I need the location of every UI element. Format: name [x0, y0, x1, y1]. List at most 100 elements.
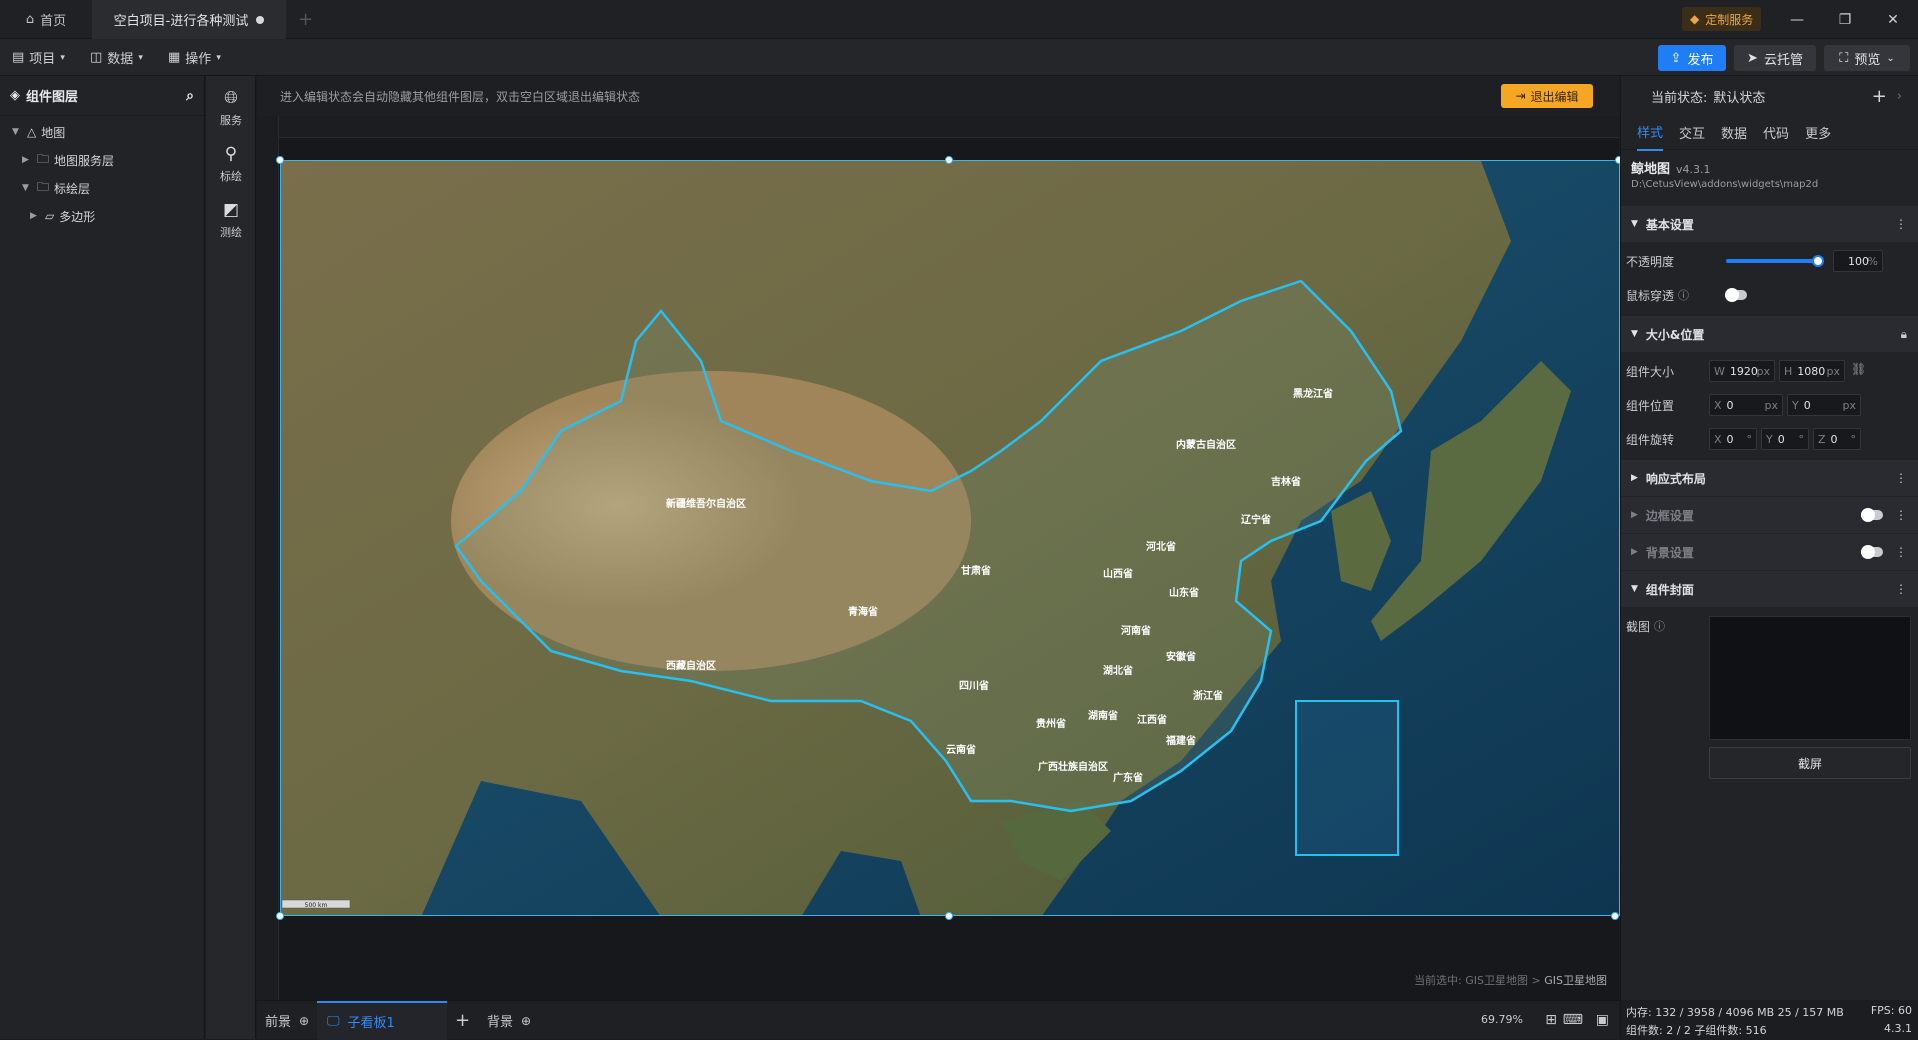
upload-icon: ⇪ — [1670, 50, 1682, 66]
label-henan: 河南省 — [1121, 624, 1151, 637]
tree-item-plot-layer[interactable]: ▼ 🗀 标绘层 — [22, 174, 90, 202]
tab-project[interactable]: 空白项目-进行各种测试 — [92, 0, 286, 39]
exit-edit-button[interactable]: ⇥ 退出编辑 — [1501, 84, 1593, 108]
tool-measure[interactable]: ◩ 测绘 — [206, 192, 256, 248]
label-guizhou: 贵州省 — [1036, 717, 1066, 730]
help-icon[interactable]: ⓘ — [1678, 287, 1689, 303]
section-cover[interactable]: ▼ 组件封面 ⋮ — [1621, 571, 1918, 607]
label-zhejiang: 浙江省 — [1193, 689, 1223, 702]
section-basic-settings[interactable]: ▼ 基本设置 ⋮ — [1621, 206, 1918, 242]
edit-hint-bar: 进入编辑状态会自动隐藏其他组件图层，双击空白区域退出编辑状态 ⇥ 退出编辑 — [257, 76, 1619, 116]
tab-more[interactable]: 更多 — [1805, 123, 1831, 142]
resize-handle-tl[interactable] — [276, 156, 284, 164]
section-background-settings[interactable]: ▶ 背景设置 ⋮ — [1621, 534, 1918, 570]
breadcrumb-current[interactable]: GIS卫星地图 — [1544, 974, 1607, 987]
link-icon[interactable]: ⛓ — [1851, 362, 1866, 376]
tool-measure-label: 测绘 — [220, 226, 242, 239]
label-neimenggu: 内蒙古自治区 — [1176, 438, 1236, 451]
chevron-right-icon[interactable]: › — [1897, 89, 1902, 104]
close-button[interactable]: ✕ — [1868, 0, 1918, 39]
help-icon[interactable]: ⓘ — [1654, 618, 1665, 634]
add-board-button[interactable]: + — [455, 1001, 470, 1040]
tree-item-polygon[interactable]: ▶ ▱ 多边形 — [30, 202, 95, 230]
tab-home[interactable]: ⌂ 首页 — [0, 0, 92, 39]
tool-plot[interactable]: ⚲ 标绘 — [206, 136, 256, 192]
height-input[interactable]: H 1080 px — [1779, 360, 1845, 382]
border-toggle[interactable] — [1861, 508, 1883, 522]
add-state-icon[interactable]: + — [1872, 86, 1887, 107]
tree-item-map[interactable]: ▼ △ 地图 — [12, 118, 65, 146]
editor-canvas[interactable]: 进入编辑状态会自动隐藏其他组件图层，双击空白区域退出编辑状态 ⇥ 退出编辑 50… — [257, 76, 1623, 1000]
label-anhui: 安徽省 — [1166, 650, 1196, 663]
menu-operate[interactable]: ▦ 操作 ▾ — [168, 39, 221, 76]
screenshot-button[interactable]: 截屏 — [1709, 747, 1911, 779]
tab-background[interactable]: 背景 ⊕ — [487, 1001, 531, 1040]
cloud-host-button[interactable]: ➤ 云托管 — [1734, 45, 1816, 71]
tree-item-map-service-layer[interactable]: ▶ 🗀 地图服务层 — [22, 146, 114, 174]
exit-icon: ⇥ — [1515, 89, 1526, 103]
exit-edit-label: 退出编辑 — [1530, 89, 1579, 104]
opacity-input[interactable]: 100 % — [1833, 250, 1883, 272]
width-input[interactable]: W 1920 px — [1709, 360, 1775, 382]
tool-service-label: 服务 — [220, 114, 242, 127]
y-input[interactable]: Y 0 px — [1787, 394, 1861, 416]
lock-icon[interactable]: 🔒︎ — [1901, 327, 1907, 342]
terminal-icon[interactable]: ▣ — [1596, 1012, 1609, 1028]
tab-interaction[interactable]: 交互 — [1679, 123, 1705, 142]
more-vertical-icon[interactable]: ⋮ — [1895, 471, 1907, 485]
keyboard-icon[interactable]: ⌨ — [1563, 1012, 1583, 1028]
opacity-value: 100 — [1848, 254, 1869, 268]
preview-button[interactable]: ⛶ 预览 ⌄ — [1824, 45, 1910, 71]
resize-handle-bottom[interactable] — [945, 912, 953, 920]
resize-handle-bl[interactable] — [276, 912, 284, 920]
state-value[interactable]: 默认状态 — [1713, 87, 1765, 106]
rotation-x-input[interactable]: X 0 ° — [1709, 428, 1757, 450]
version-status: 4.3.1 — [1884, 1022, 1912, 1035]
zoom-level[interactable]: 69.79% — [1481, 1013, 1523, 1026]
mouse-through-row: 鼠标穿透 ⓘ — [1621, 278, 1918, 312]
section-border-settings[interactable]: ▶ 边框设置 ⋮ — [1621, 497, 1918, 533]
tab-style[interactable]: 样式 — [1637, 114, 1664, 151]
add-circle-icon[interactable]: ⊕ — [299, 1014, 309, 1028]
add-tab-button[interactable]: + — [298, 0, 318, 39]
tab-subboard[interactable]: 🖵︎ 子看板1 — [317, 1001, 447, 1040]
caret-down-icon[interactable]: ▼ — [22, 183, 32, 193]
opacity-slider-knob[interactable] — [1812, 255, 1824, 267]
more-vertical-icon[interactable]: ⋮ — [1895, 582, 1907, 596]
custom-service-button[interactable]: ◆ 定制服务 — [1682, 7, 1762, 31]
component-count: 组件数: 2 / 2 子组件数: 516 — [1626, 1024, 1767, 1037]
add-circle-icon[interactable]: ⊕ — [521, 1014, 531, 1028]
caret-down-icon: ▼ — [1631, 584, 1638, 594]
menu-project-label: 项目 — [29, 52, 56, 67]
unsaved-dot-icon[interactable] — [256, 15, 265, 24]
menu-project[interactable]: ▤ 项目 ▾ — [12, 39, 65, 76]
rotation-z-input[interactable]: Z 0 ° — [1813, 428, 1861, 450]
restore-button[interactable]: ❐ — [1820, 0, 1870, 39]
satellite-map[interactable]: 500 km 黑龙江省 内蒙古自治区 吉林省 辽宁省 新疆维吾尔自治区 河北省 … — [280, 160, 1620, 916]
caret-right-icon[interactable]: ▶ — [22, 155, 32, 165]
more-vertical-icon[interactable]: ⋮ — [1895, 217, 1907, 231]
fit-screen-icon[interactable]: ⊞ — [1545, 1012, 1557, 1028]
section-responsive[interactable]: ▶ 响应式布局 ⋮ — [1621, 460, 1918, 496]
more-vertical-icon[interactable]: ⋮ — [1895, 545, 1907, 559]
menu-data[interactable]: ◫ 数据 ▾ — [90, 39, 143, 76]
mouse-through-toggle[interactable] — [1725, 288, 1747, 302]
fps-status: FPS: 60 — [1870, 1004, 1912, 1017]
rotation-y-input[interactable]: Y 0 ° — [1761, 428, 1809, 450]
tab-data[interactable]: 数据 — [1721, 123, 1747, 142]
label-liaoning: 辽宁省 — [1241, 513, 1271, 526]
minimize-button[interactable]: — — [1772, 0, 1822, 39]
resize-handle-br[interactable] — [1611, 912, 1619, 920]
search-icon[interactable]: ⌕ — [186, 88, 194, 104]
caret-right-icon[interactable]: ▶ — [30, 211, 40, 221]
section-size-position[interactable]: ▼ 大小&位置 🔒︎ — [1621, 316, 1918, 352]
x-input[interactable]: X 0 px — [1709, 394, 1783, 416]
publish-button[interactable]: ⇪ 发布 — [1658, 45, 1726, 71]
more-vertical-icon[interactable]: ⋮ — [1895, 508, 1907, 522]
resize-handle-top[interactable] — [945, 156, 953, 164]
tab-code[interactable]: 代码 — [1763, 123, 1789, 142]
tool-service[interactable]: 🌐︎ 服务 — [206, 80, 256, 136]
caret-down-icon[interactable]: ▼ — [12, 127, 22, 137]
background-toggle[interactable] — [1861, 545, 1883, 559]
tab-foreground[interactable]: 前景 ⊕ — [265, 1001, 309, 1040]
